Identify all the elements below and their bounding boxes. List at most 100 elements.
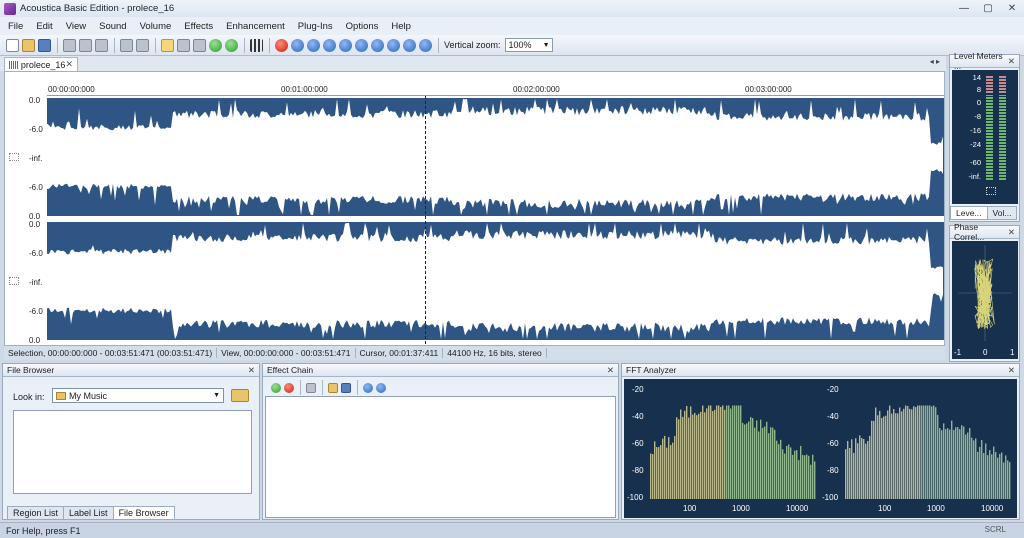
channel-toggle-icon[interactable]: [9, 277, 19, 285]
spectrum-bar: [1003, 462, 1005, 499]
close-icon[interactable]: ✕: [1008, 56, 1015, 67]
db-label: -6.0: [29, 183, 43, 192]
spectrum-bar: [1001, 452, 1003, 499]
select-tool-icon[interactable]: [161, 38, 174, 52]
menu-sound[interactable]: Sound: [99, 21, 126, 32]
waveform-right[interactable]: [47, 222, 944, 340]
stop-all-icon[interactable]: [387, 38, 400, 52]
close-icon[interactable]: ✕: [607, 365, 614, 376]
meter-scale-label: -24: [970, 140, 981, 149]
view-readout: View, 00:00:00:000 - 00:03:51:471: [217, 348, 356, 358]
play-icon[interactable]: [323, 38, 336, 52]
file-list[interactable]: [13, 410, 252, 494]
zoom-in-icon[interactable]: [209, 38, 222, 52]
tab-prolece-16[interactable]: prolece_16 ✕: [4, 57, 78, 71]
spectrum-bar: [851, 439, 853, 499]
db-label: -inf.: [29, 154, 43, 163]
channel-left[interactable]: 0.0 -6.0 -inf. -6.0 0.0: [5, 96, 944, 221]
rewind-icon[interactable]: [307, 38, 320, 52]
open-preset-icon[interactable]: [328, 382, 338, 393]
fft-x-label: 1000: [732, 504, 750, 513]
spectrum-bar: [881, 418, 883, 499]
vertical-zoom-select[interactable]: 100% ▼: [504, 38, 553, 52]
close-icon[interactable]: ✕: [1000, 0, 1024, 17]
record-icon[interactable]: [275, 38, 288, 52]
close-icon[interactable]: ✕: [1008, 365, 1015, 376]
tab-region-list[interactable]: Region List: [7, 506, 65, 520]
pause-icon[interactable]: [355, 38, 368, 52]
spectrum-bar: [794, 450, 796, 499]
meter-scale-label: -inf.: [968, 172, 981, 181]
paste-icon[interactable]: [95, 38, 108, 52]
spectrum-bar: [712, 411, 714, 499]
menu-effects[interactable]: Effects: [184, 21, 213, 32]
edit-effect-icon[interactable]: [306, 382, 316, 393]
menu-file[interactable]: File: [8, 21, 23, 32]
channel-right[interactable]: 0.0 -6.0 -inf. -6.0 0.0: [5, 220, 944, 345]
file-browser-header: File Browser ✕: [3, 364, 259, 377]
tab-level[interactable]: Leve...: [950, 206, 988, 220]
look-in-select[interactable]: My Music ▼: [52, 388, 224, 403]
fft-y-label: -20: [632, 385, 644, 394]
menu-view[interactable]: View: [66, 21, 86, 32]
menu-edit[interactable]: Edit: [36, 21, 52, 32]
close-icon[interactable]: ✕: [248, 365, 255, 376]
add-effect-icon[interactable]: [271, 382, 281, 393]
menu-volume[interactable]: Volume: [140, 21, 172, 32]
level-meters-panel: Level Meters ... ✕ 14 8 0 -8 -16 -24 -60…: [949, 51, 1020, 222]
spectrum-bar: [979, 446, 981, 499]
open-folder-icon[interactable]: [22, 38, 35, 52]
spectrum-bar: [981, 440, 983, 499]
undo-icon[interactable]: [120, 38, 133, 52]
spectrum-bar: [678, 419, 680, 499]
menu-plugins[interactable]: Plug-Ins: [298, 21, 333, 32]
selection-readout: Selection, 00:00:00:000 - 00:03:51:471 (…: [4, 348, 218, 358]
waveform-editor[interactable]: 00:00:00:000 00:01:00:000 00:02:00:000 0…: [4, 71, 945, 346]
play-preview-icon[interactable]: [363, 382, 373, 393]
tab-scroll-icon[interactable]: ◂ ▸: [930, 57, 940, 66]
tab-file-browser[interactable]: File Browser: [112, 506, 175, 520]
go-end-icon[interactable]: [419, 38, 432, 52]
save-preset-icon[interactable]: [341, 382, 351, 393]
spectrum-bar: [925, 405, 927, 499]
meter-bar-right: [999, 95, 1006, 180]
redo-icon[interactable]: [136, 38, 149, 52]
remove-effect-icon[interactable]: [284, 382, 294, 393]
main-toolbar: Vertical zoom: 100% ▼: [0, 35, 1024, 56]
close-tab-icon[interactable]: ✕: [65, 59, 73, 70]
meter-reset-icon[interactable]: [986, 187, 996, 195]
zoom-tool-icon[interactable]: [177, 38, 190, 52]
play-selection-icon[interactable]: [339, 38, 352, 52]
menu-help[interactable]: Help: [391, 21, 411, 32]
marker-tool-icon[interactable]: [193, 38, 206, 52]
cut-icon[interactable]: [63, 38, 76, 52]
time-ruler[interactable]: 00:00:00:000 00:01:00:000 00:02:00:000 0…: [5, 83, 944, 96]
copy-icon[interactable]: [79, 38, 92, 52]
effect-chain-list[interactable]: [265, 396, 616, 518]
fft-y-label: -40: [632, 412, 644, 421]
stop-icon[interactable]: [371, 38, 384, 52]
save-icon[interactable]: [38, 38, 51, 52]
menu-enhancement[interactable]: Enhancement: [226, 21, 285, 32]
waveform-left[interactable]: [47, 98, 944, 216]
file-browser-tabs: Region List Label List File Browser: [7, 506, 175, 520]
grid-icon[interactable]: [250, 38, 263, 52]
spectrum-bar: [660, 445, 662, 499]
stop-preview-icon[interactable]: [376, 382, 386, 393]
minimize-icon[interactable]: —: [952, 0, 976, 17]
menu-options[interactable]: Options: [346, 21, 379, 32]
close-icon[interactable]: ✕: [1008, 227, 1015, 238]
fast-forward-icon[interactable]: [403, 38, 416, 52]
zoom-out-icon[interactable]: [225, 38, 238, 52]
up-folder-icon[interactable]: [231, 389, 249, 402]
go-start-icon[interactable]: [291, 38, 304, 52]
tab-volume[interactable]: Vol...: [986, 206, 1018, 220]
channel-toggle-icon[interactable]: [9, 153, 19, 161]
spectrum-bar: [814, 461, 816, 499]
maximize-icon[interactable]: ▢: [976, 0, 1000, 17]
tab-label-list[interactable]: Label List: [63, 506, 114, 520]
new-file-icon[interactable]: [6, 38, 19, 52]
spectrum-bar: [800, 445, 802, 499]
play-cursor[interactable]: [425, 96, 426, 344]
spectrum-bar: [728, 405, 730, 499]
